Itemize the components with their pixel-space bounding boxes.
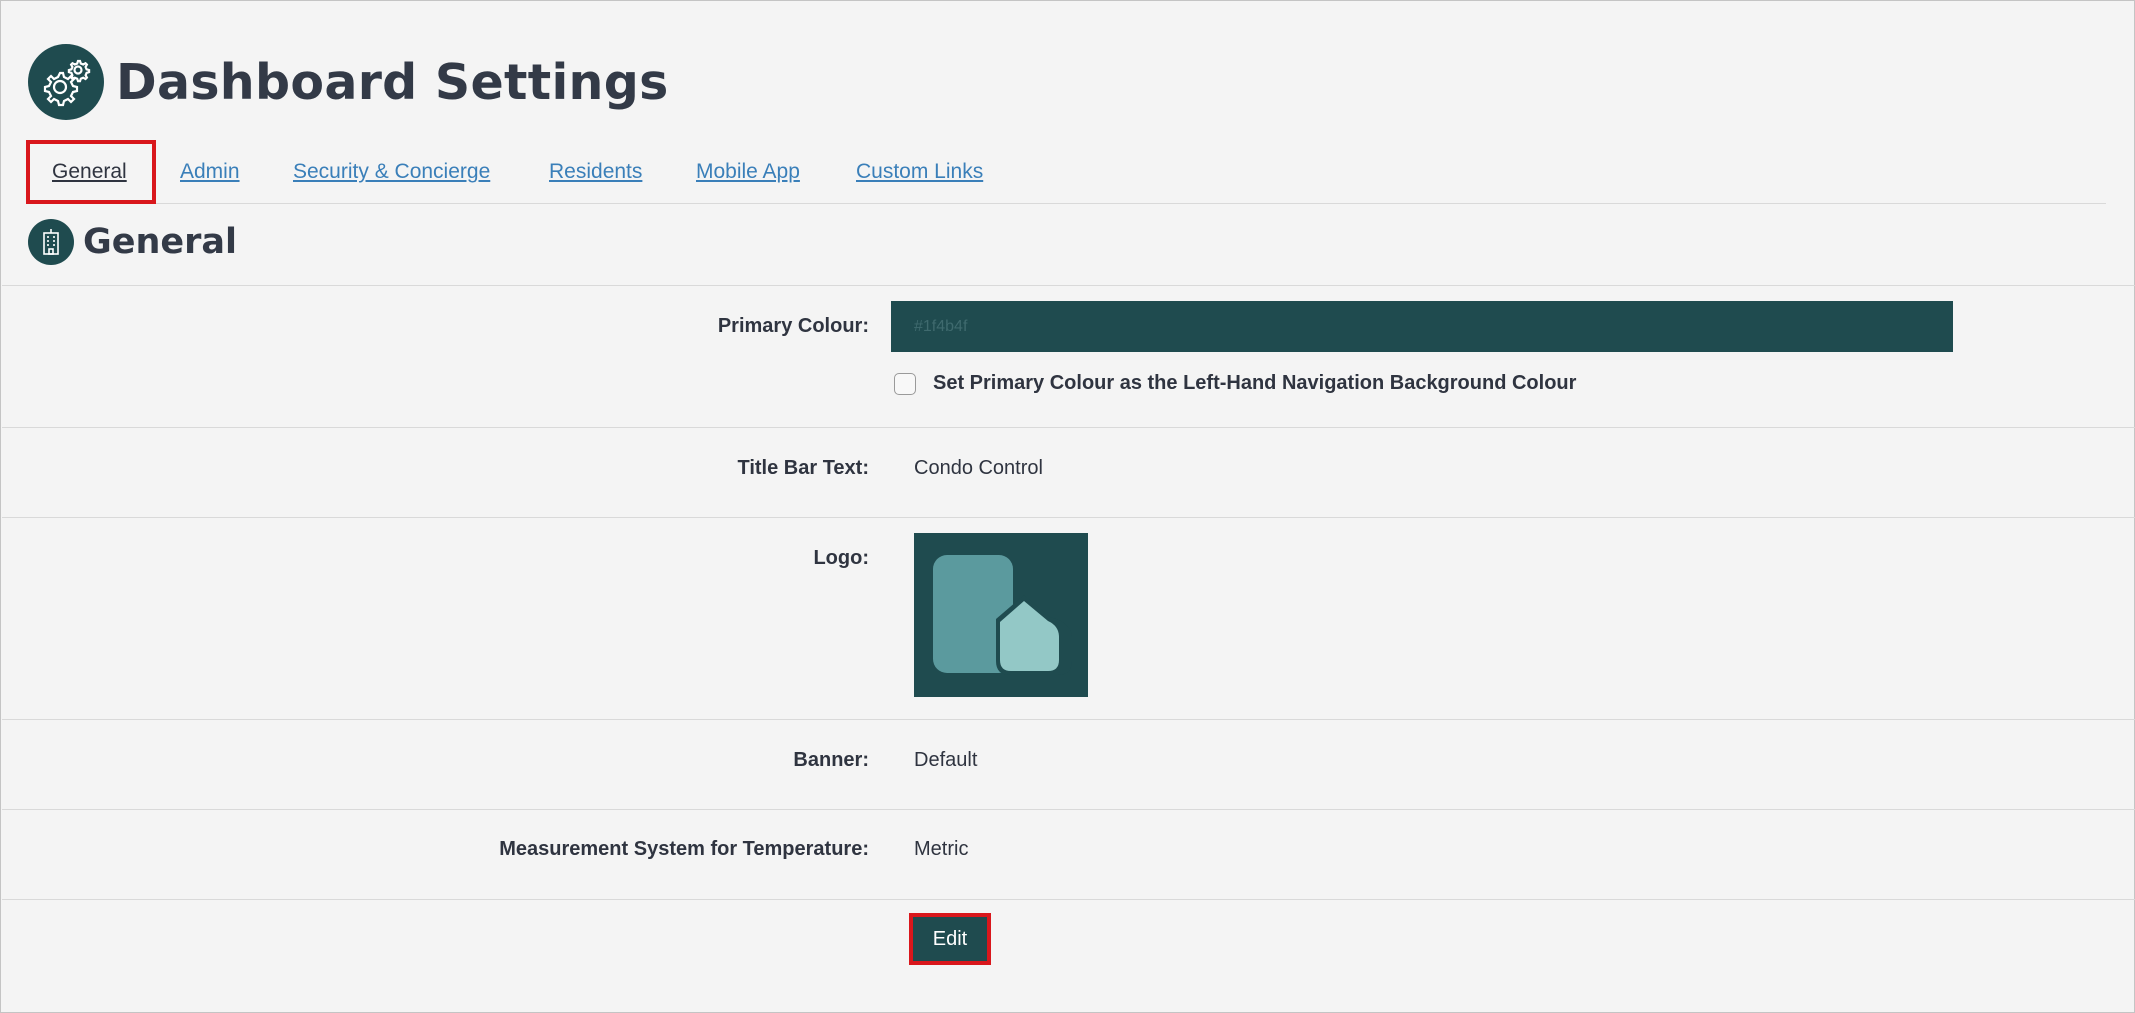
measurement-row: Measurement System for Temperature: Metr… <box>2 809 2135 899</box>
tab-admin[interactable]: Admin <box>180 140 240 204</box>
tab-mobile-app[interactable]: Mobile App <box>696 140 800 204</box>
title-bar-text-value: Condo Control <box>914 457 1043 479</box>
tab-security-concierge[interactable]: Security & Concierge <box>293 140 490 204</box>
primary-colour-input[interactable]: #1f4b4f <box>891 301 1953 352</box>
nav-bg-colour-toggle[interactable]: Set Primary Colour as the Left-Hand Navi… <box>894 372 1576 395</box>
banner-value: Default <box>914 749 978 771</box>
measurement-label: Measurement System for Temperature: <box>499 838 869 860</box>
primary-colour-label: Primary Colour: <box>717 315 869 337</box>
banner-label: Banner: <box>793 749 869 771</box>
tab-custom-links[interactable]: Custom Links <box>856 140 983 204</box>
condo-logo-icon <box>933 555 1072 675</box>
title-bar-text-row: Title Bar Text: Condo Control <box>2 427 2135 517</box>
tab-residents[interactable]: Residents <box>549 140 642 204</box>
logo-image <box>914 533 1088 697</box>
settings-page: Dashboard Settings General Admin Securit… <box>0 0 2135 1013</box>
settings-tabs: General Admin Security & Concierge Resid… <box>26 140 2106 204</box>
primary-colour-row: Primary Colour: #1f4b4f Set Primary Colo… <box>2 285 2135 427</box>
section-title: General <box>83 222 237 262</box>
measurement-value: Metric <box>914 838 969 860</box>
logo-label: Logo: <box>813 547 869 569</box>
nav-bg-colour-label: Set Primary Colour as the Left-Hand Navi… <box>933 372 1577 394</box>
edit-button-label: Edit <box>932 927 968 950</box>
nav-bg-colour-checkbox[interactable] <box>894 372 916 395</box>
tab-general[interactable]: General <box>26 140 156 204</box>
divider <box>2 899 2135 900</box>
banner-row: Banner: Default <box>2 719 2135 809</box>
logo-row: Logo: <box>2 517 2135 719</box>
building-icon <box>28 219 74 265</box>
page-header: Dashboard Settings <box>28 44 669 120</box>
section-header: General <box>28 219 237 265</box>
title-bar-text-label: Title Bar Text: <box>737 457 869 479</box>
page-title: Dashboard Settings <box>116 53 669 111</box>
edit-button[interactable]: Edit <box>909 913 991 965</box>
gears-icon <box>28 44 104 120</box>
